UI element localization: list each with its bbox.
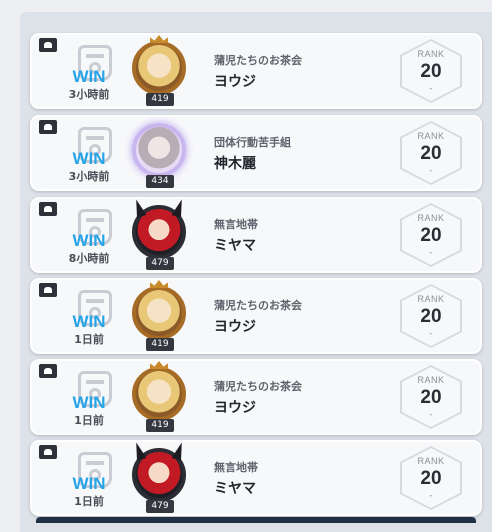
horn-icon	[171, 198, 186, 218]
guild-name: 無言地帯	[214, 461, 258, 474]
rank-change: -	[429, 410, 433, 420]
guild-name: 無言地帯	[214, 218, 258, 231]
guild-name: 蒲児たちのお茶会	[214, 299, 302, 312]
rank-badge: RANK 20 -	[400, 446, 462, 510]
player-info: 無言地帯 ミヤマ	[214, 459, 394, 498]
match-time: 1日前	[74, 333, 104, 346]
opponent-avatar[interactable]: 434	[128, 119, 190, 189]
guild-name: 蒲児たちのお茶会	[214, 380, 302, 393]
rank-change: -	[429, 329, 433, 339]
defense-tag-icon	[39, 283, 57, 297]
defense-tag-icon	[39, 445, 57, 459]
rank-change: -	[429, 84, 433, 94]
match-card[interactable]: WIN 1日前 479 無言地帯 ミヤマ RANK 20 -	[30, 440, 482, 516]
match-card[interactable]: WIN 8小時前 479 無言地帯 ミヤマ RANK 20 -	[30, 197, 482, 273]
defense-tag-icon	[39, 364, 57, 378]
horn-icon	[171, 441, 186, 461]
result-block: WIN 8小時前	[58, 205, 120, 271]
rank-label: RANK	[417, 294, 445, 304]
defense-tag-icon	[39, 120, 57, 134]
match-time: 8小時前	[68, 252, 110, 265]
next-card-edge	[36, 517, 476, 523]
blonde-knight-avatar-icon	[132, 367, 186, 421]
result-block: WIN 1日前	[58, 286, 120, 352]
result-block: WIN 1日前	[58, 448, 120, 514]
rank-value: 20	[420, 143, 442, 164]
rank-badge: RANK 20 -	[400, 39, 462, 103]
result-block: WIN 1日前	[58, 367, 120, 433]
silver-hair-avatar-icon	[132, 123, 186, 177]
result-label: WIN	[72, 67, 106, 86]
blonde-knight-avatar-icon	[132, 286, 186, 340]
rank-badge: RANK 20 -	[400, 365, 462, 429]
rank-value: 20	[420, 387, 442, 408]
crown-icon	[150, 361, 168, 369]
opponent-avatar[interactable]: 419	[128, 361, 190, 433]
opponent-level: 434	[146, 175, 174, 188]
match-time: 1日前	[74, 495, 104, 508]
guild-name: 蒲児たちのお茶会	[214, 54, 302, 67]
opponent-level: 419	[146, 419, 174, 432]
rank-badge: RANK 20 -	[400, 203, 462, 267]
opponent-avatar[interactable]: 419	[128, 280, 190, 352]
match-time: 3小時前	[68, 88, 110, 101]
player-info: 蒲児たちのお茶会 ヨウジ	[214, 297, 394, 336]
opponent-avatar[interactable]: 479	[128, 444, 190, 514]
crown-icon	[150, 35, 168, 43]
defense-tag-icon	[39, 202, 57, 216]
defense-tag-icon	[39, 38, 57, 52]
player-info: 蒲児たちのお茶会 ヨウジ	[214, 52, 394, 91]
rank-badge: RANK 20 -	[400, 121, 462, 185]
player-info: 蒲児たちのお茶会 ヨウジ	[214, 378, 394, 417]
rank-label: RANK	[417, 213, 445, 223]
rank-change: -	[429, 491, 433, 501]
result-block: WIN 3小時前	[58, 123, 120, 189]
player-name: ミヤマ	[214, 481, 256, 497]
rank-label: RANK	[417, 131, 445, 141]
result-label: WIN	[72, 149, 106, 168]
opponent-level: 479	[146, 500, 174, 513]
rank-change: -	[429, 248, 433, 258]
rank-change: -	[429, 166, 433, 176]
match-card[interactable]: WIN 1日前 419 蒲児たちのお茶会 ヨウジ RANK 20 -	[30, 278, 482, 354]
match-card[interactable]: WIN 3小時前 419 蒲児たちのお茶会 ヨウジ RANK 20 -	[30, 33, 482, 109]
match-time: 3小時前	[68, 170, 110, 183]
opponent-level: 419	[146, 93, 174, 106]
match-card[interactable]: WIN 1日前 419 蒲児たちのお茶会 ヨウジ RANK 20 -	[30, 359, 482, 435]
result-label: WIN	[72, 393, 106, 412]
player-info: 団体行動苦手組 神木麗	[214, 134, 394, 173]
result-label: WIN	[72, 474, 106, 493]
match-time: 1日前	[74, 414, 104, 427]
rank-value: 20	[420, 468, 442, 489]
player-name: ヨウジ	[214, 319, 256, 335]
player-name: 神木麗	[214, 156, 256, 172]
blonde-knight-avatar-icon	[132, 41, 186, 95]
rank-label: RANK	[417, 375, 445, 385]
player-info: 無言地帯 ミヤマ	[214, 216, 394, 255]
rank-value: 20	[420, 306, 442, 327]
result-label: WIN	[72, 312, 106, 331]
player-name: ミヤマ	[214, 238, 256, 254]
opponent-avatar[interactable]: 479	[128, 201, 190, 271]
player-name: ヨウジ	[214, 400, 256, 416]
rank-label: RANK	[417, 456, 445, 466]
rank-value: 20	[420, 225, 442, 246]
guild-name: 団体行動苦手組	[214, 136, 291, 149]
result-label: WIN	[72, 231, 106, 250]
crown-icon	[150, 280, 168, 288]
rank-value: 20	[420, 61, 442, 82]
rank-badge: RANK 20 -	[400, 284, 462, 348]
opponent-avatar[interactable]: 419	[128, 35, 190, 107]
opponent-level: 479	[146, 257, 174, 270]
match-card[interactable]: WIN 3小時前 434 団体行動苦手組 神木麗 RANK 20 -	[30, 115, 482, 191]
result-block: WIN 3小時前	[58, 41, 120, 107]
rank-label: RANK	[417, 49, 445, 59]
opponent-level: 419	[146, 338, 174, 351]
player-name: ヨウジ	[214, 74, 256, 90]
